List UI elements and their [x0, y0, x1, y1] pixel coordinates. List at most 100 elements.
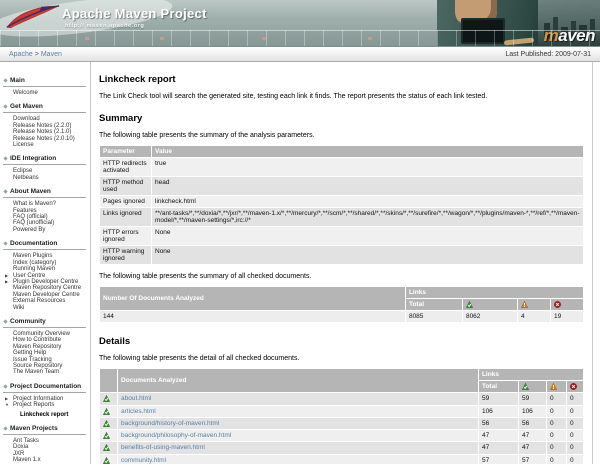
sidebar-item[interactable]: The Maven Team: [3, 369, 87, 375]
intro-text: The Link Check tool will search the gene…: [99, 93, 584, 100]
param-name-cell: HTTP redirects activated: [100, 158, 152, 177]
table-row: benefits-of-using-maven.html 47 47 0 0: [100, 442, 584, 454]
table-row: community.html 57 57 0 0: [100, 454, 584, 464]
doc-link[interactable]: community.html: [121, 457, 166, 464]
details-links-header: Links: [478, 369, 583, 381]
apache-feather-icon[interactable]: [3, 3, 63, 31]
success-cell: 57: [518, 454, 546, 464]
summary-heading: Summary: [99, 113, 584, 124]
sidebar-link[interactable]: Powered By: [13, 227, 45, 233]
sidebar-link[interactable]: FAQ (unofficial): [13, 220, 54, 226]
param-name-cell: HTTP warning ignored: [100, 246, 152, 265]
sidebar-link[interactable]: FAQ (official): [13, 214, 48, 220]
sidebar-item[interactable]: Welcome: [3, 90, 87, 96]
table-row: articles.html 106 106 0 0: [100, 405, 584, 417]
sidebar-section-title: Community: [3, 317, 86, 328]
sidebar-link[interactable]: Index (category): [13, 260, 56, 266]
parameters-table-body: HTTP redirects activated true HTTP metho…: [100, 158, 584, 265]
sidebar-link[interactable]: Maven 1.x: [13, 457, 41, 463]
doc-link[interactable]: background/philosophy-of-maven.html: [121, 432, 231, 439]
sidebar-section: About Maven What is Maven? Features FAQ …: [3, 187, 87, 233]
banner-grid-pattern: [0, 30, 600, 46]
site-banner: Apache Maven Project http:// maven.apach…: [0, 0, 600, 47]
sidebar-section-label: Community: [10, 318, 46, 325]
sidebar-link[interactable]: External Resources: [13, 298, 65, 304]
sidebar-link[interactable]: Doxia: [13, 444, 28, 450]
sidebar-link[interactable]: User Centre: [13, 273, 45, 279]
sidebar-section-items: Download Release Notes (2.2.0) Release N…: [3, 116, 87, 148]
sidebar-item[interactable]: ▼Project Reports: [3, 402, 87, 408]
sidebar-link[interactable]: Project Reports: [13, 402, 54, 408]
total-cell: 47: [478, 442, 518, 454]
doc-link[interactable]: about.html: [121, 395, 151, 402]
sidebar-item[interactable]: Powered By: [3, 227, 87, 233]
success-icon: [103, 420, 110, 427]
doc-link[interactable]: articles.html: [121, 408, 156, 415]
sidebar-link[interactable]: Eclipse: [13, 168, 32, 174]
sidebar-link[interactable]: Release Notes (2.2.0): [13, 123, 71, 129]
breadcrumb: Apache>Maven: [9, 51, 62, 58]
page-layout: Main Welcome Get Maven Download Release …: [0, 62, 600, 464]
success-icon: [103, 432, 110, 439]
sidebar-link[interactable]: Source Repository: [13, 363, 62, 369]
warning-cell: 0: [546, 417, 566, 429]
warning-cell: 0: [546, 393, 566, 405]
sidebar-link[interactable]: Welcome: [13, 90, 38, 96]
sidebar-link[interactable]: Features: [13, 208, 37, 214]
sidebar-link[interactable]: Linkcheck report: [20, 412, 68, 418]
sidebar-link[interactable]: Maven Developer Centre: [13, 292, 80, 298]
param-value-cell: head: [152, 177, 584, 196]
total-cell: 106: [478, 405, 518, 417]
doc-cell: background/philosophy-of-maven.html: [118, 430, 479, 442]
sidebar-item[interactable]: Linkcheck report: [3, 412, 87, 418]
sidebar-link[interactable]: Running Maven: [13, 266, 55, 272]
summary-row: 144 8085 8062 4 19: [100, 311, 584, 323]
param-row: Pages ignored linkcheck.html: [100, 196, 584, 208]
error-icon: [570, 383, 577, 390]
sidebar-link[interactable]: Issue Tracking: [13, 357, 52, 363]
sidebar-link[interactable]: Ant Tasks: [13, 438, 39, 444]
warning-icon: [550, 383, 557, 390]
param-name-cell: Links ignored: [100, 208, 152, 227]
sidebar-link[interactable]: What is Maven?: [13, 201, 56, 207]
total-cell: 57: [478, 454, 518, 464]
summary-totals-table: Number Of Documents Analyzed Links Total…: [99, 286, 584, 323]
doc-status-cell: [100, 454, 118, 464]
sidebar-link[interactable]: Maven Repository Centre: [13, 285, 81, 291]
total-cell: 56: [478, 417, 518, 429]
sidebar-item[interactable]: Netbeans: [3, 175, 87, 181]
sidebar-link[interactable]: Community Overview: [13, 331, 70, 337]
sidebar-link[interactable]: Plugin Developer Centre: [13, 279, 78, 285]
doc-link[interactable]: background/history-of-maven.html: [121, 420, 219, 427]
sidebar-link[interactable]: JXR: [13, 451, 24, 457]
sidebar-link[interactable]: Maven Plugins: [13, 253, 52, 259]
sidebar-link[interactable]: License: [13, 142, 34, 148]
param-value-cell: linkcheck.html: [152, 196, 584, 208]
sidebar-link[interactable]: Project Information: [13, 396, 63, 402]
error-cell: 0: [566, 430, 583, 442]
sidebar-link[interactable]: The Maven Team: [13, 369, 59, 375]
doc-link[interactable]: benefits-of-using-maven.html: [121, 444, 205, 451]
site-url: http:// maven.apache.org: [65, 23, 145, 29]
section-bullet-icon: [3, 190, 7, 194]
sidebar-link[interactable]: How to Contribute: [13, 337, 61, 343]
sidebar-item[interactable]: License: [3, 142, 87, 148]
success-cell: 56: [518, 417, 546, 429]
sidebar-link[interactable]: Download: [13, 116, 40, 122]
breadcrumb-link-apache[interactable]: Apache: [9, 51, 33, 58]
section-bullet-icon: [3, 384, 7, 388]
sidebar-link[interactable]: Release Notes (2.1.0): [13, 129, 71, 135]
sidebar-section-items: ▶Project Information ▼Project Reports Li…: [3, 396, 87, 418]
sidebar-item[interactable]: Wiki: [3, 305, 87, 311]
sidebar-link[interactable]: Maven Repository: [13, 344, 61, 350]
error-icon: [554, 301, 561, 308]
sidebar-section-label: About Maven: [10, 188, 51, 195]
warning-cell: 0: [546, 442, 566, 454]
sidebar-link[interactable]: Getting Help: [13, 350, 46, 356]
sidebar-section-title: Maven Projects: [3, 424, 86, 435]
section-bullet-icon: [3, 242, 7, 246]
breadcrumb-link-maven[interactable]: Maven: [41, 51, 62, 58]
sidebar-link[interactable]: Release Notes (2.0.10): [13, 136, 75, 142]
sidebar-link[interactable]: Netbeans: [13, 175, 39, 181]
sidebar-link[interactable]: Wiki: [13, 305, 24, 311]
